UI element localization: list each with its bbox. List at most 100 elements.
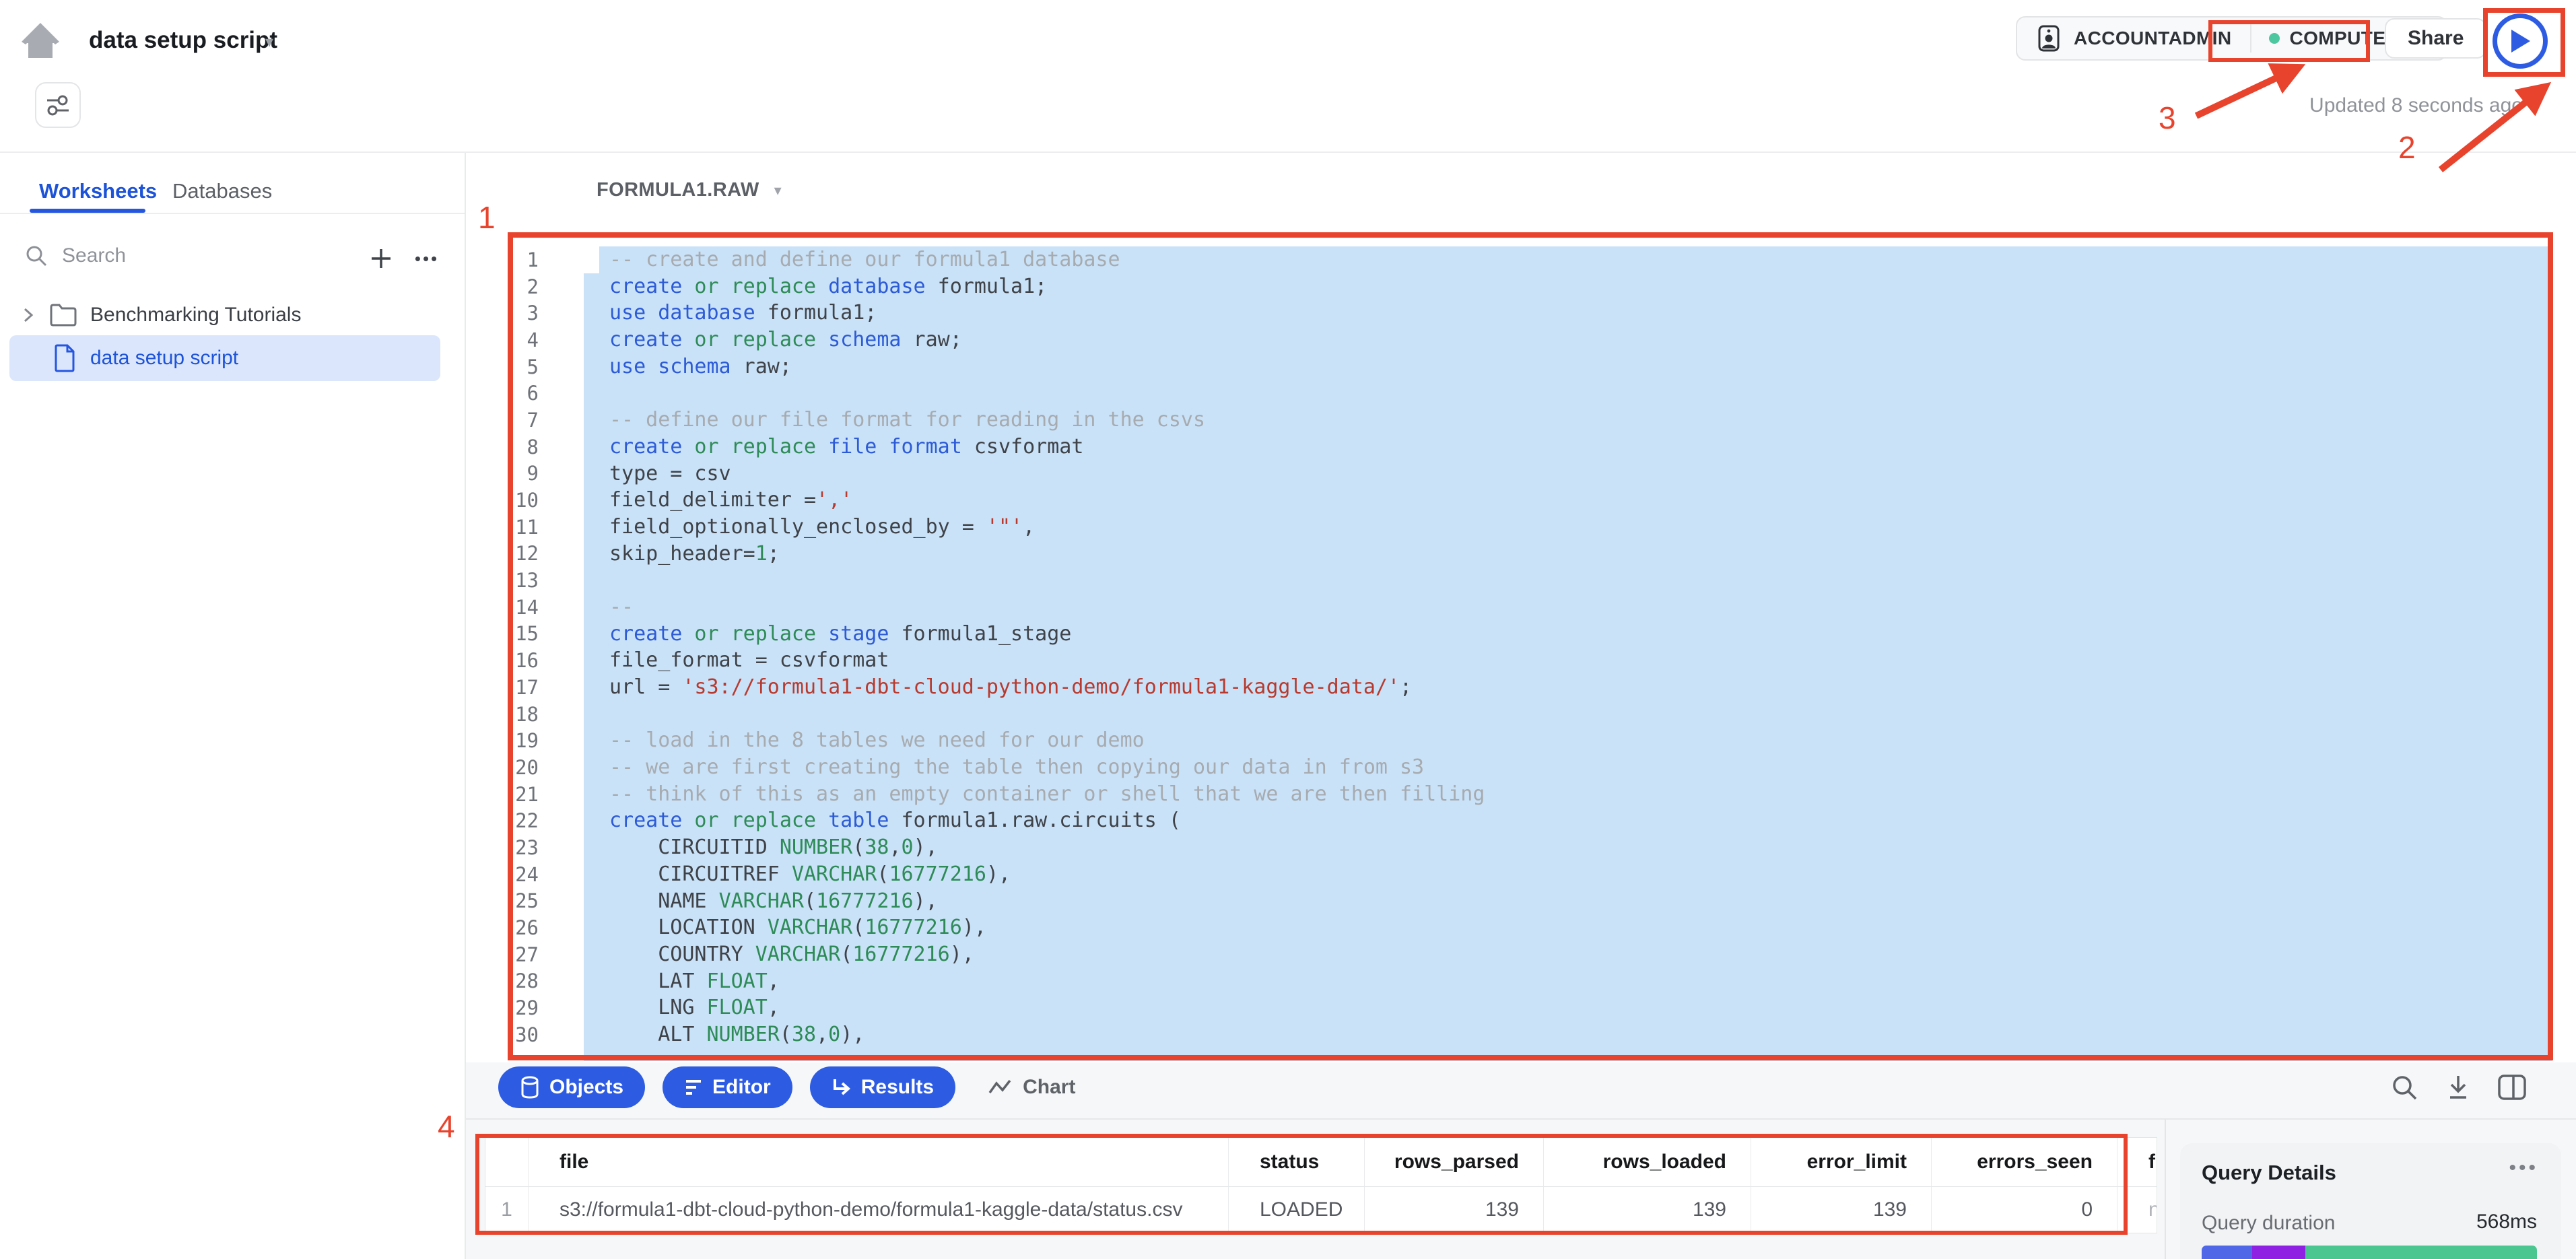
updated-text: Updated 8 seconds ago (2309, 94, 2523, 117)
code-line-content (584, 701, 2552, 728)
code-line[interactable]: 22create or replace table formula1.raw.c… (466, 807, 2576, 834)
sidebar-search[interactable]: Search (24, 244, 126, 268)
table-cell-errors_seen[interactable]: 0 (1932, 1187, 2117, 1233)
code-line[interactable]: 24 CIRCUITREF VARCHAR(16777216), (466, 861, 2576, 888)
sliders-icon (45, 92, 71, 118)
line-number: 19 (466, 729, 539, 752)
chevron-right-icon (19, 306, 36, 324)
code-line[interactable]: 11 field_optionally_enclosed_by = '"', (466, 514, 2576, 541)
code-line[interactable]: 4create or replace schema raw; (466, 327, 2576, 353)
code-line[interactable]: 12skip_header=1; (466, 541, 2576, 568)
query-duration-bar (2202, 1246, 2537, 1259)
code-line[interactable]: 17url = 's3://formula1-dbt-cloud-python-… (466, 674, 2576, 701)
code-line[interactable]: 8create or replace file format csvformat (466, 434, 2576, 461)
editor-context-selector[interactable]: FORMULA1.RAW ▾ (597, 179, 782, 201)
title-caret-down-icon[interactable]: ▾ (265, 32, 273, 52)
tab-databases[interactable]: Databases (172, 179, 272, 203)
line-number: 22 (466, 809, 539, 832)
code-line[interactable]: 13 (466, 567, 2576, 594)
code-line[interactable]: 23 CIRCUITID NUMBER(38,0), (466, 834, 2576, 861)
updated-status[interactable]: Updated 8 seconds ago ▾ (2309, 94, 2537, 117)
table-cell-rows_parsed[interactable]: 139 (1365, 1187, 1544, 1233)
play-icon (2509, 28, 2532, 54)
code-line-partial (466, 1048, 2576, 1061)
code-line[interactable]: 20-- we are first creating the table the… (466, 754, 2576, 781)
objects-button[interactable]: Objects (498, 1066, 645, 1108)
tab-worksheets[interactable]: Worksheets (39, 179, 157, 203)
code-line[interactable]: 2create or replace database formula1; (466, 273, 2576, 300)
worksheet-title[interactable]: data setup script (89, 27, 277, 54)
query-details-panel: Query Details ••• Query duration 568ms (2180, 1143, 2561, 1259)
code-line[interactable]: 28 LAT FLOAT, (466, 968, 2576, 995)
code-line[interactable]: 3use database formula1; (466, 300, 2576, 327)
code-line[interactable]: 15create or replace stage formula1_stage (466, 621, 2576, 648)
query-details-more-button[interactable]: ••• (2509, 1157, 2538, 1180)
code-line[interactable]: 7-- define our file format for reading i… (466, 407, 2576, 434)
table-cell-fi[interactable]: n (2117, 1187, 2157, 1233)
code-line[interactable]: 26 LOCATION VARCHAR(16777216), (466, 914, 2576, 941)
chart-tab[interactable]: Chart (988, 1076, 1075, 1099)
split-view-button[interactable] (2497, 1072, 2528, 1103)
search-results-button[interactable] (2389, 1072, 2420, 1103)
column-header-rows_parsed: rows_parsed (1365, 1138, 1544, 1187)
filter-settings-button[interactable] (35, 82, 81, 128)
add-worksheet-button[interactable] (366, 244, 396, 273)
code-line-content: LOCATION VARCHAR(16777216), (584, 914, 2552, 941)
line-number: 14 (466, 596, 539, 619)
line-number: 11 (466, 516, 539, 539)
role-selector[interactable]: ACCOUNTADMIN (2035, 24, 2251, 53)
toolbar-divider (466, 1118, 2576, 1120)
sql-editor[interactable]: 1-- create and define our formula1 datab… (466, 246, 2576, 1061)
column-header-file: file (529, 1138, 1229, 1187)
code-line[interactable]: 25 NAME VARCHAR(16777216), (466, 888, 2576, 915)
code-line[interactable]: 16file_format = csvformat (466, 647, 2576, 674)
annotation-label-3: 3 (2159, 100, 2176, 136)
duration-bar-segment-3 (2305, 1246, 2537, 1259)
code-line[interactable]: 27 COUNTRY VARCHAR(16777216), (466, 941, 2576, 968)
badge-person-icon (2035, 24, 2063, 53)
table-cell-file[interactable]: s3://formula1-dbt-cloud-python-demo/form… (529, 1187, 1229, 1233)
code-line[interactable]: 18 (466, 701, 2576, 728)
download-results-button[interactable] (2443, 1072, 2474, 1103)
results-button-label: Results (861, 1076, 934, 1099)
code-line-content: -- create and define our formula1 databa… (599, 246, 2552, 273)
code-line[interactable]: 5use schema raw; (466, 353, 2576, 380)
code-line[interactable]: 14-- (466, 594, 2576, 621)
sidebar-item-benchmarking-tutorials[interactable]: Benchmarking Tutorials (19, 296, 301, 334)
results-arrow-icon (832, 1077, 852, 1097)
table-cell-error_limit[interactable]: 139 (1751, 1187, 1932, 1233)
code-line[interactable]: 29 LNG FLOAT, (466, 994, 2576, 1021)
run-button[interactable] (2493, 13, 2548, 69)
sidebar-more-button[interactable]: ••• (408, 244, 446, 273)
line-number: 20 (466, 756, 539, 779)
code-line[interactable]: 19-- load in the 8 tables we need for ou… (466, 727, 2576, 754)
annotation-arrow-3 (2196, 69, 2295, 116)
line-number: 8 (466, 436, 539, 458)
code-line-content: COUNTRY VARCHAR(16777216), (584, 941, 2552, 968)
search-icon (2390, 1073, 2418, 1101)
results-toolbar: Objects Editor Results Chart (498, 1066, 1075, 1108)
code-line[interactable]: 1-- create and define our formula1 datab… (466, 246, 2576, 273)
line-number: 26 (466, 916, 539, 939)
folder-label: Benchmarking Tutorials (90, 304, 301, 327)
line-number: 18 (466, 703, 539, 726)
code-line[interactable]: 9type = csv (466, 461, 2576, 487)
code-line[interactable]: 6 (466, 380, 2576, 407)
code-line[interactable]: 10field_delimiter =',' (466, 487, 2576, 514)
home-icon[interactable] (20, 22, 61, 62)
code-line[interactable]: 30 ALT NUMBER(38,0), (466, 1021, 2576, 1048)
editor-button[interactable]: Editor (663, 1066, 792, 1108)
code-line-content: create or replace database formula1; (584, 273, 2552, 300)
worksheet-file-icon (53, 344, 77, 372)
results-button[interactable]: Results (810, 1066, 955, 1108)
code-line-content: field_optionally_enclosed_by = '"', (584, 514, 2552, 541)
sidebar-item-data-setup-script[interactable]: data setup script (9, 335, 440, 381)
sidebar-tabs-divider (0, 213, 465, 214)
code-line[interactable]: 21-- think of this as an empty container… (466, 781, 2576, 808)
table-cell-rows_loaded[interactable]: 139 (1544, 1187, 1751, 1233)
share-button[interactable]: Share (2385, 18, 2486, 59)
line-number: 3 (466, 302, 539, 325)
chart-line-icon (988, 1078, 1012, 1097)
table-cell-status[interactable]: LOADED (1229, 1187, 1365, 1233)
annotation-label-2: 2 (2398, 129, 2416, 166)
